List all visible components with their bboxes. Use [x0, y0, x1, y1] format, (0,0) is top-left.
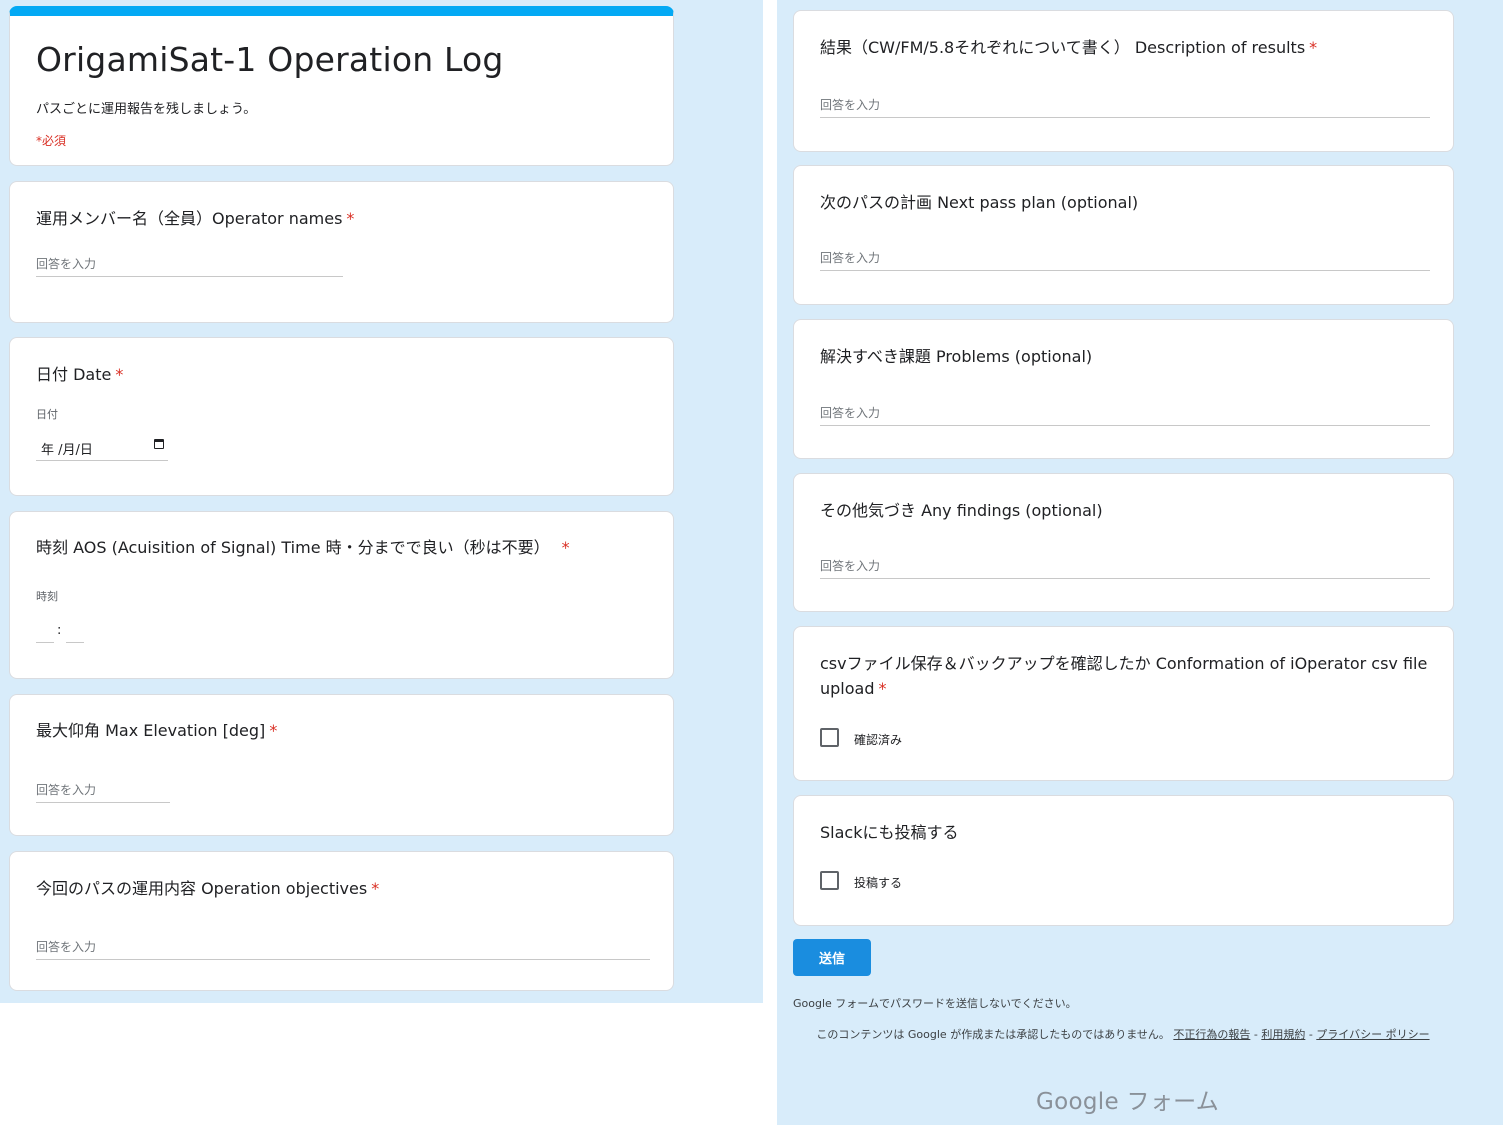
disclaimer-text: このコンテンツは Google が作成または承認したものではありません。: [816, 1028, 1170, 1041]
required-asterisk: *: [1309, 38, 1318, 57]
question-title: Slackにも投稿する: [820, 823, 959, 842]
question-title: 結果（CW/FM/5.8それぞれについて書く） Description of r…: [820, 38, 1318, 57]
question-slack: Slackにも投稿する 投稿する: [793, 795, 1454, 926]
google-forms-logo[interactable]: Google フォーム: [1036, 1082, 1219, 1116]
slack-post-checkbox[interactable]: [820, 871, 839, 890]
terms-link[interactable]: 利用規約: [1261, 1028, 1305, 1041]
results-input[interactable]: 回答を入力: [820, 96, 1430, 118]
input-placeholder: 回答を入力: [36, 257, 97, 271]
input-placeholder: 回答を入力: [36, 783, 97, 797]
next-plan-input[interactable]: 回答を入力: [820, 249, 1430, 271]
input-placeholder: 回答を入力: [820, 559, 881, 573]
time-separator: :: [57, 623, 62, 638]
form-title: OrigamiSat-1 Operation Log: [36, 40, 504, 79]
csv-confirm-checkbox[interactable]: [820, 728, 839, 747]
question-title: 時刻 AOS (Acuisition of Signal) Time 時・分まで…: [36, 538, 570, 557]
privacy-policy-link[interactable]: プライバシー ポリシー: [1316, 1028, 1429, 1041]
date-sub-label: 日付: [36, 408, 58, 421]
max-elevation-input[interactable]: 回答を入力: [36, 781, 170, 803]
question-title: 解決すべき課題 Problems (optional): [820, 347, 1093, 366]
question-max-elevation: 最大仰角 Max Elevation [deg] * 回答を入力: [9, 694, 674, 836]
required-note: *必須: [36, 134, 67, 148]
csv-confirm-option-label[interactable]: 確認済み: [854, 731, 902, 748]
question-title: 日付 Date *: [36, 365, 124, 384]
problems-input[interactable]: 回答を入力: [820, 404, 1430, 426]
question-next-pass-plan: 次のパスの計画 Next pass plan (optional) 回答を入力: [793, 165, 1454, 305]
question-results: 結果（CW/FM/5.8それぞれについて書く） Description of r…: [793, 10, 1454, 152]
question-title: その他気づき Any findings (optional): [820, 501, 1103, 520]
password-warning: Google フォームでパスワードを送信しないでください。: [793, 997, 1077, 1010]
minute-input[interactable]: [66, 625, 84, 643]
operator-names-input[interactable]: 回答を入力: [36, 255, 343, 277]
footer-disclaimer: このコンテンツは Google が作成または承認したものではありません。 不正行…: [800, 1026, 1446, 1044]
question-findings: その他気づき Any findings (optional) 回答を入力: [793, 473, 1454, 612]
calendar-icon[interactable]: [154, 439, 164, 449]
required-asterisk: *: [878, 679, 887, 698]
required-asterisk: *: [115, 365, 124, 384]
question-aos-time: 時刻 AOS (Acuisition of Signal) Time 時・分まで…: [9, 511, 674, 679]
question-operator-names: 運用メンバー名（全員）Operator names * 回答を入力: [9, 181, 674, 323]
question-title: csvファイル保存＆バックアップを確認したか Conformation of i…: [820, 654, 1428, 698]
question-csv-confirmation: csvファイル保存＆バックアップを確認したか Conformation of i…: [793, 626, 1454, 781]
required-asterisk: *: [561, 538, 570, 557]
required-asterisk: *: [269, 721, 278, 740]
form-header-card: OrigamiSat-1 Operation Log パスごとに運用報告を残しま…: [9, 6, 674, 166]
question-title: 最大仰角 Max Elevation [deg] *: [36, 721, 278, 740]
report-abuse-link[interactable]: 不正行為の報告: [1173, 1028, 1250, 1041]
input-placeholder: 回答を入力: [820, 98, 881, 112]
question-title: 運用メンバー名（全員）Operator names *: [36, 209, 355, 228]
question-operation-objectives: 今回のパスの運用内容 Operation objectives * 回答を入力: [9, 851, 674, 991]
question-problems: 解決すべき課題 Problems (optional) 回答を入力: [793, 319, 1454, 459]
date-input[interactable]: 年 /月/日: [36, 435, 168, 461]
question-title: 今回のパスの運用内容 Operation objectives *: [36, 879, 380, 898]
hour-input[interactable]: [36, 625, 54, 643]
slack-post-option-label[interactable]: 投稿する: [854, 874, 902, 891]
date-value: 年 /月/日: [41, 443, 93, 458]
link-separator: -: [1250, 1028, 1262, 1041]
input-placeholder: 回答を入力: [820, 406, 881, 420]
input-placeholder: 回答を入力: [36, 940, 97, 954]
findings-input[interactable]: 回答を入力: [820, 557, 1430, 579]
objectives-input[interactable]: 回答を入力: [36, 938, 650, 960]
submit-button[interactable]: 送信: [793, 939, 871, 976]
question-date: 日付 Date * 日付 年 /月/日: [9, 337, 674, 496]
input-placeholder: 回答を入力: [820, 251, 881, 265]
link-separator: -: [1305, 1028, 1317, 1041]
required-asterisk: *: [371, 879, 380, 898]
time-sub-label: 時刻: [36, 590, 58, 603]
required-asterisk: *: [346, 209, 355, 228]
form-description: パスごとに運用報告を残しましょう。: [36, 102, 257, 117]
question-title: 次のパスの計画 Next pass plan (optional): [820, 193, 1139, 212]
